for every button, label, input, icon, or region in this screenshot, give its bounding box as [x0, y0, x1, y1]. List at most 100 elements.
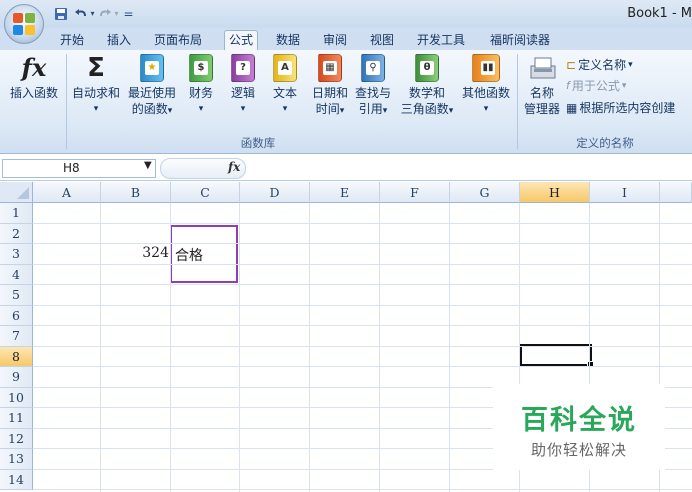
customize-toolbar-icon[interactable]: =	[120, 5, 137, 22]
active-cell-h8[interactable]	[520, 344, 594, 368]
tab-insert[interactable]: 插入	[107, 31, 131, 50]
row-header[interactable]: 5	[0, 285, 33, 306]
select-all-button[interactable]	[0, 182, 33, 203]
tab-review[interactable]: 审阅	[323, 31, 347, 50]
row-gridline	[33, 304, 692, 306]
tab-page-layout[interactable]: 页面布局	[154, 31, 202, 50]
tab-home[interactable]: 开始	[60, 31, 84, 50]
date-time-label: 日期和	[311, 86, 348, 100]
insert-function-button[interactable]: fx 插入函数	[4, 52, 64, 101]
formula-bar: H8 ▼ fx	[0, 156, 692, 181]
books-stack-icon: ▮▮	[472, 52, 500, 84]
magnifier-book-icon: ⚲	[359, 52, 387, 84]
row-header[interactable]: 12	[0, 428, 33, 449]
date-time-button[interactable]: ▦ 日期和 时间▾	[308, 52, 352, 119]
lookup-label: 查找与	[354, 86, 391, 100]
column-header[interactable]: H	[520, 182, 590, 203]
financial-book-icon: $	[187, 52, 215, 84]
calendar-book-icon: ▦	[316, 52, 344, 84]
text-button[interactable]: A 文本 ▾	[268, 52, 302, 117]
use-in-formula-button[interactable]: f 用于公式 ▾	[566, 77, 626, 94]
chevron-down-icon[interactable]: ▼	[144, 160, 152, 171]
column-gridline	[449, 203, 450, 492]
row-header[interactable]: 2	[0, 223, 33, 244]
financial-label: 财务	[188, 86, 213, 100]
column-gridline	[100, 203, 101, 492]
math-label-2: 三角函数	[400, 102, 449, 116]
logical-button[interactable]: ? 逻辑 ▾	[226, 52, 260, 117]
autosum-button[interactable]: Σ 自动求和 ▾	[68, 52, 124, 117]
insert-function-icon[interactable]: fx	[228, 160, 240, 174]
column-header[interactable]: D	[240, 182, 310, 203]
chevron-down-icon: ▾	[240, 104, 246, 114]
row-header[interactable]: 10	[0, 387, 33, 408]
lookup-label-2: 引用	[358, 102, 383, 116]
tab-foxit-reader[interactable]: 福昕阅读器	[490, 31, 550, 50]
financial-button[interactable]: $ 财务 ▾	[184, 52, 218, 117]
chevron-down-icon: ▾	[93, 104, 99, 114]
column-header[interactable]: G	[450, 182, 520, 203]
create-from-selection-button[interactable]: ▦ 根据所选内容创建	[566, 99, 675, 116]
highlight-box	[170, 225, 238, 283]
row-gridline	[33, 325, 692, 326]
row-header[interactable]: 14	[0, 469, 33, 490]
logical-book-icon: ?	[229, 52, 257, 84]
column-header[interactable]: F	[380, 182, 450, 203]
lookup-reference-button[interactable]: ⚲ 查找与 引用▾	[350, 52, 396, 119]
row-header[interactable]: 1	[0, 203, 33, 224]
column-header[interactable]: B	[101, 182, 171, 203]
watermark-subtitle: 助你轻松解决	[530, 441, 627, 459]
office-logo-icon	[12, 12, 36, 36]
theta-book-icon: θ	[413, 52, 441, 84]
office-button[interactable]	[4, 4, 44, 44]
date-time-label-2: 时间	[315, 102, 340, 116]
tab-developer[interactable]: 开发工具	[417, 31, 465, 50]
row-header[interactable]: 9	[0, 367, 33, 388]
row-gridline	[33, 243, 692, 244]
row-gridline	[33, 366, 692, 367]
cell-b3[interactable]: 324	[101, 245, 169, 261]
row-header[interactable]: 11	[0, 408, 33, 429]
recent-functions-button[interactable]: ★ 最近使用 的函数▾	[124, 52, 180, 119]
chevron-down-icon: ▾	[282, 104, 288, 114]
row-header[interactable]: 13	[0, 449, 33, 470]
insert-function-label: 插入函数	[9, 86, 58, 100]
column-header[interactable]: C	[171, 182, 240, 203]
tab-view[interactable]: 视图	[370, 31, 394, 50]
row-header[interactable]: 4	[0, 264, 33, 285]
row-header[interactable]: 7	[0, 326, 33, 347]
column-header[interactable]: E	[310, 182, 380, 203]
group-label-defined-names: 定义的名称	[576, 136, 634, 150]
name-manager-icon	[528, 52, 556, 84]
chevron-down-icon: ▾	[483, 104, 489, 114]
group-label-function-library: 函数库	[240, 136, 276, 150]
column-gridline	[309, 203, 310, 492]
save-icon[interactable]	[52, 5, 69, 22]
row-header[interactable]: 8	[0, 346, 33, 367]
row-gridline	[33, 489, 692, 490]
chevron-down-icon: ▾	[621, 80, 627, 91]
ribbon-panel: fx 插入函数 Σ 自动求和 ▾ ★ 最近使用 的函数▾ $ 财务 ▾ ? 逻辑…	[0, 50, 692, 154]
formula-input[interactable]	[248, 158, 692, 179]
watermark: 百科全说 助你轻松解决	[493, 384, 665, 470]
name-box[interactable]: H8	[2, 159, 156, 178]
name-manager-button[interactable]: 名称 管理器	[520, 52, 564, 117]
column-header[interactable]: A	[33, 182, 101, 203]
tab-formulas[interactable]: 公式	[224, 30, 259, 51]
define-name-button[interactable]: ⊏ 定义名称 ▾	[566, 56, 633, 73]
column-gridline	[379, 203, 380, 492]
row-header[interactable]: 3	[0, 244, 33, 265]
chevron-down-icon: ▾	[382, 106, 388, 116]
window-title: Book1 - M	[627, 6, 692, 21]
column-header[interactable]: I	[590, 182, 660, 203]
more-functions-button[interactable]: ▮▮ 其他函数 ▾	[458, 52, 514, 117]
row-gridline	[33, 284, 692, 285]
math-trig-button[interactable]: θ 数学和 三角函数▾	[396, 52, 458, 119]
column-header[interactable]	[660, 182, 692, 203]
chevron-down-icon: ▾	[198, 104, 204, 114]
text-label: 文本	[272, 86, 297, 100]
tab-data[interactable]: 数据	[276, 31, 300, 50]
row-header[interactable]: 6	[0, 305, 33, 326]
math-label: 数学和	[408, 86, 445, 100]
logical-label: 逻辑	[230, 86, 255, 100]
